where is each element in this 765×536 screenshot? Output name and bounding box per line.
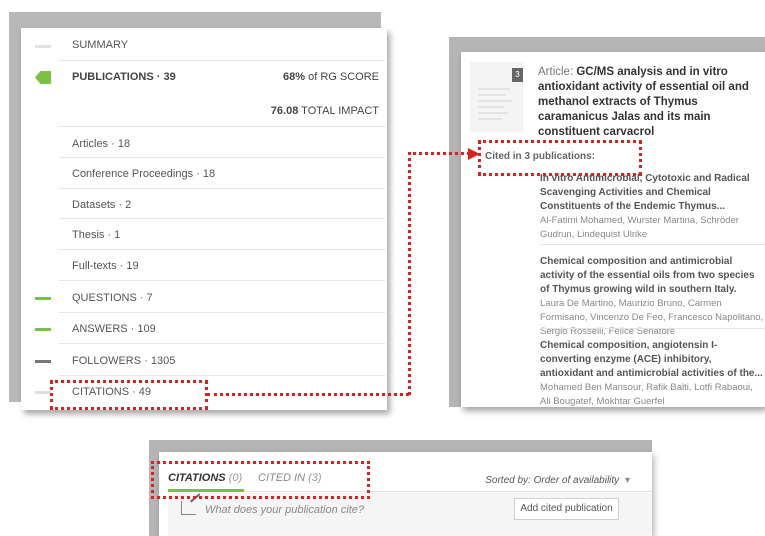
citing-publication-title[interactable]: Chemical composition and antimicrobial a…	[540, 255, 765, 297]
divider	[59, 218, 385, 219]
answers-indicator	[35, 328, 51, 331]
sort-dropdown[interactable]: Sorted by: Order of availability ▾	[485, 475, 630, 486]
article-type-label: Article:	[538, 66, 574, 78]
citing-publication: Chemical composition, angiotensin I-conv…	[540, 339, 765, 407]
summary-label: SUMMARY	[72, 39, 129, 51]
answers-label: ANSWERS · 109	[72, 323, 156, 335]
citing-publication-title[interactable]: In vitro Antimicrobial, Cytotoxic and Ra…	[540, 172, 765, 214]
publications-label: PUBLICATIONS · 39	[72, 71, 176, 83]
cited-in-highlight-box	[478, 140, 642, 176]
citing-publication-authors[interactable]: Laura De Martino, Maurizio Bruno, Carmen…	[540, 297, 765, 339]
followers-label: FOLLOWERS · 1305	[72, 355, 176, 367]
citations-highlight-box	[50, 380, 208, 410]
citing-publication: In vitro Antimicrobial, Cytotoxic and Ra…	[540, 172, 765, 242]
rg-score: 68% of RG SCORE	[283, 71, 379, 83]
profile-stats-panel: SUMMARY PUBLICATIONS · 39 68% of RG SCOR…	[21, 28, 387, 410]
left-panel-shadow	[9, 12, 381, 28]
connector-line	[408, 152, 411, 395]
add-citation-bar: What does your publication cite? Add cit…	[168, 493, 652, 536]
add-cited-publication-button[interactable]: Add cited publication	[514, 498, 619, 520]
divider	[59, 60, 385, 61]
connector-line	[207, 393, 409, 396]
sort-label: Sorted by: Order of availability	[485, 475, 620, 486]
right-panel-shadow-side	[449, 37, 461, 407]
subitem-label: Conference Proceedings · 18	[72, 168, 216, 180]
right-panel-shadow	[449, 37, 765, 52]
rg-score-label: of RG SCORE	[308, 71, 379, 83]
divider	[59, 188, 385, 189]
citing-publication-title[interactable]: Chemical composition, angiotensin I-conv…	[540, 339, 765, 381]
edit-icon	[181, 501, 196, 515]
article-heading[interactable]: Article: GC/MS analysis and in vitro ant…	[538, 65, 763, 140]
chevron-down-icon: ▾	[624, 475, 630, 486]
citations-indicator	[35, 391, 51, 394]
divider	[540, 244, 765, 245]
divider	[59, 343, 385, 344]
connector-line	[408, 152, 470, 155]
divider	[59, 312, 385, 313]
total-impact-value: 76.08	[270, 105, 299, 117]
divider	[540, 328, 765, 329]
divider	[59, 157, 385, 158]
bottom-panel-shadow	[149, 440, 652, 452]
total-impact: 76.08 TOTAL IMPACT	[271, 105, 379, 117]
left-panel-shadow-side	[9, 12, 21, 402]
summary-indicator	[35, 45, 51, 48]
rg-score-value: 68%	[283, 71, 306, 83]
total-impact-label: TOTAL IMPACT	[301, 105, 379, 117]
publications-tag-icon	[35, 71, 51, 84]
questions-label: QUESTIONS · 7	[72, 292, 153, 304]
subitem-label: Articles · 18	[72, 138, 131, 150]
subitem-label: Thesis · 1	[72, 229, 121, 241]
citing-publication-authors[interactable]: Mohamed Ben Mansour, Rafik Balti, Lotfi …	[540, 381, 765, 407]
divider	[59, 280, 385, 281]
divider	[59, 249, 385, 250]
citation-prompt[interactable]: What does your publication cite?	[205, 504, 364, 516]
divider	[59, 375, 385, 376]
citing-publication: Chemical composition and antimicrobial a…	[540, 255, 765, 339]
questions-indicator	[35, 297, 51, 300]
divider	[59, 126, 385, 127]
citing-publication-authors[interactable]: Al-Fatimi Mohamed, Wurster Martina, Schr…	[540, 214, 765, 242]
tabs-highlight-box	[151, 461, 370, 499]
subitem-label: Datasets · 2	[72, 199, 132, 211]
followers-indicator	[35, 360, 51, 363]
article-cited-in-panel: 3 Article: GC/MS analysis and in vitro a…	[461, 52, 765, 407]
subitem-label: Full-texts · 19	[72, 260, 139, 272]
article-number-badge: 3	[512, 68, 523, 82]
